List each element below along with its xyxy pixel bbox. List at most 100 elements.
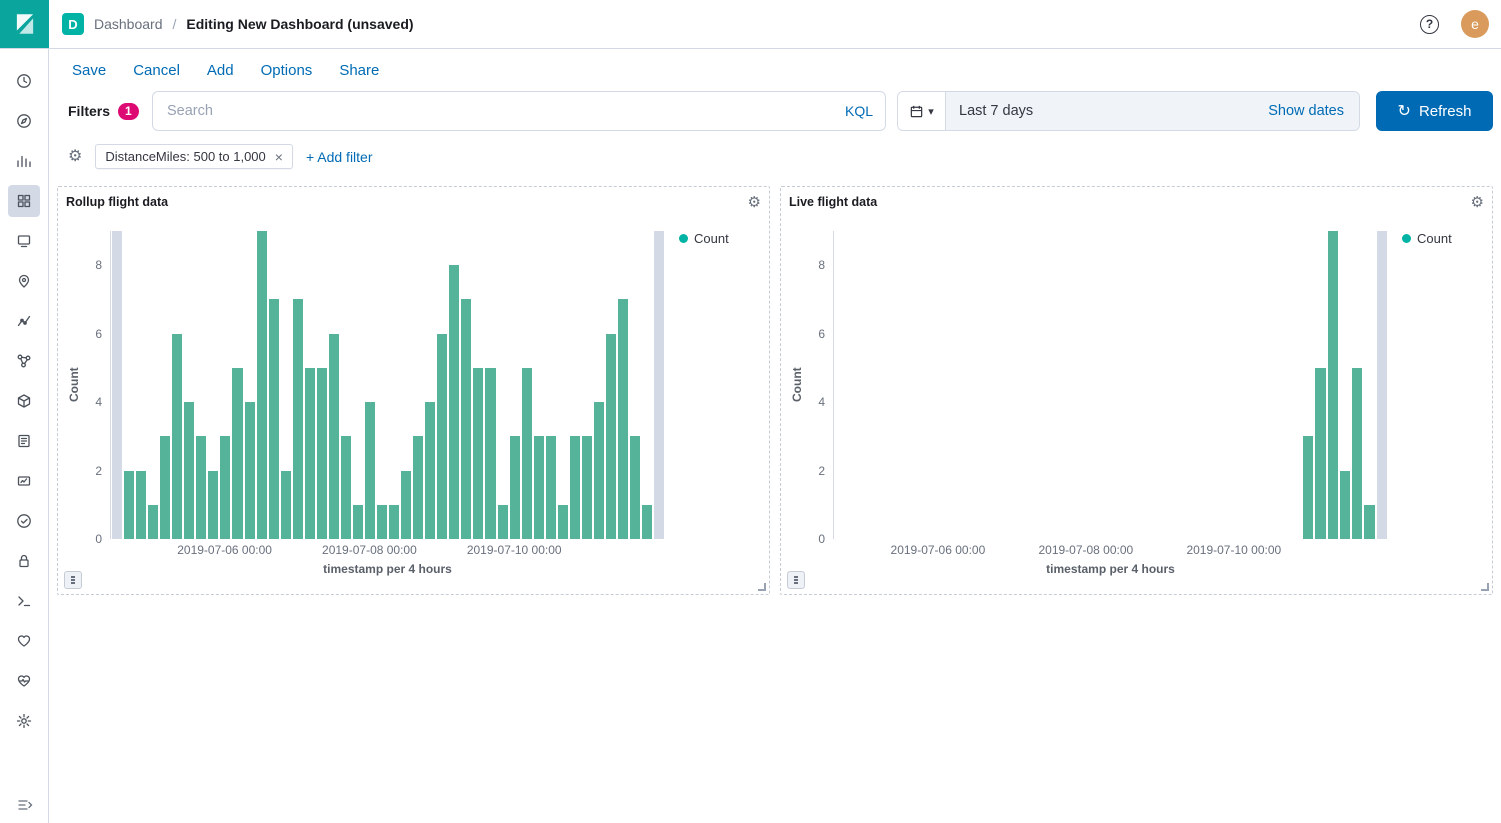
- filter-pill[interactable]: DistanceMiles: 500 to 1,000 ×: [95, 144, 293, 169]
- bar: [293, 299, 303, 539]
- search-input[interactable]: [165, 102, 845, 120]
- bar: [124, 471, 134, 539]
- bar: [413, 436, 423, 539]
- time-range-value[interactable]: Last 7 days: [946, 103, 1268, 119]
- options-button[interactable]: Options: [261, 62, 313, 79]
- calendar-quick-select-button[interactable]: ▾: [898, 92, 946, 130]
- add-filter-link[interactable]: + Add filter: [306, 149, 373, 165]
- panel-gear-icon[interactable]: ⚙: [1469, 191, 1486, 213]
- sidebar-item-monitoring[interactable]: [4, 621, 44, 661]
- legend-toggle-icon[interactable]: [787, 571, 805, 589]
- y-axis-ticks: 02468: [805, 231, 833, 539]
- heartbeat-icon: [8, 665, 40, 697]
- sidebar-item-uptime[interactable]: [4, 501, 44, 541]
- refresh-label: Refresh: [1419, 103, 1472, 120]
- panel-resize-handle[interactable]: [1481, 583, 1489, 591]
- plot-area: [110, 231, 665, 539]
- sidebar-nav: [0, 49, 49, 823]
- y-axis-ticks: 02468: [82, 231, 110, 539]
- bar: [401, 471, 411, 539]
- filters-button[interactable]: Filters 1: [68, 91, 152, 131]
- bar: [461, 299, 471, 539]
- sidebar-item-dev-tools[interactable]: [4, 581, 44, 621]
- sidebar-item-graph[interactable]: [4, 341, 44, 381]
- breadcrumb-dashboard-link[interactable]: Dashboard: [94, 16, 163, 32]
- sidebar-item-maps[interactable]: [4, 261, 44, 301]
- legend-dot: [679, 234, 688, 243]
- bar: [220, 436, 230, 539]
- help-icon[interactable]: ?: [1420, 15, 1439, 34]
- bar: [642, 505, 652, 539]
- bar: [485, 368, 495, 539]
- sidebar-item-siem[interactable]: [4, 541, 44, 581]
- panel-rollup-flight-data[interactable]: Rollup flight data ⚙ Count 02468 Count 2…: [57, 186, 770, 595]
- share-button[interactable]: Share: [339, 62, 379, 79]
- kibana-logo[interactable]: [0, 0, 49, 48]
- add-button[interactable]: Add: [207, 62, 234, 79]
- filter-pill-label: DistanceMiles: 500 to 1,000: [105, 149, 265, 164]
- bar: [317, 368, 327, 539]
- bar: [305, 368, 315, 539]
- dashboard-app-badge: D: [62, 13, 84, 35]
- sidebar-item-logs[interactable]: [4, 421, 44, 461]
- dashboard-edit-toolbar: Save Cancel Add Options Share: [49, 49, 1501, 91]
- panel-title: Rollup flight data: [66, 195, 168, 209]
- save-button[interactable]: Save: [72, 62, 106, 79]
- panel-gear-icon[interactable]: ⚙: [746, 191, 763, 213]
- sidebar-item-management[interactable]: [4, 701, 44, 741]
- management-gear-icon: [8, 705, 40, 737]
- sidebar-item-canvas[interactable]: [4, 221, 44, 261]
- sidebar-item-dashboard[interactable]: [4, 181, 44, 221]
- bar: [208, 471, 218, 539]
- sidebar-collapse-icon[interactable]: [0, 797, 49, 813]
- bar: [558, 505, 568, 539]
- bar: [594, 402, 604, 539]
- sidebar-item-recently-viewed[interactable]: [4, 61, 44, 101]
- bar: [389, 505, 399, 539]
- bar: [245, 402, 255, 539]
- sidebar-item-apm[interactable]: [4, 461, 44, 501]
- legend-toggle-icon[interactable]: [64, 571, 82, 589]
- header-right: ? e: [1420, 10, 1501, 38]
- bar: [1328, 231, 1338, 539]
- bar: [437, 334, 447, 539]
- x-axis-ticks: 2019-07-06 00:002019-07-08 00:002019-07-…: [110, 543, 665, 557]
- search-box: KQL: [152, 91, 886, 131]
- sidebar-item-discover[interactable]: [4, 101, 44, 141]
- chart-legend[interactable]: Count: [1388, 231, 1484, 246]
- bar: [1364, 505, 1374, 539]
- chart-legend[interactable]: Count: [665, 231, 761, 246]
- legend-label: Count: [694, 231, 729, 246]
- y-axis-title: Count: [66, 231, 82, 539]
- sidebar-item-machine-learning[interactable]: [4, 301, 44, 341]
- panel-live-flight-data[interactable]: Live flight data ⚙ Count 02468 Count 201…: [780, 186, 1493, 595]
- filter-pill-row: ⚙ DistanceMiles: 500 to 1,000 × + Add fi…: [68, 144, 1501, 169]
- sidebar-item-metrics[interactable]: [4, 381, 44, 421]
- query-bar: Filters 1 KQL ▾ Last 7 days Show dates ↻: [68, 91, 1493, 131]
- bar: [196, 436, 206, 539]
- panel-resize-handle[interactable]: [758, 583, 766, 591]
- filter-pill-close-icon[interactable]: ×: [275, 150, 283, 164]
- bar: [618, 299, 628, 539]
- sidebar-item-heartbeat[interactable]: [4, 661, 44, 701]
- bar-series: [834, 231, 1388, 539]
- live-bar-chart: Count 02468 Count: [789, 231, 1484, 539]
- metrics-icon: [8, 385, 40, 417]
- user-avatar[interactable]: e: [1461, 10, 1489, 38]
- sidebar-item-visualize[interactable]: [4, 141, 44, 181]
- show-dates-button[interactable]: Show dates: [1268, 103, 1359, 119]
- bar: [172, 334, 182, 539]
- bar-series: [111, 231, 665, 539]
- bar: [522, 368, 532, 539]
- plot-area: [833, 231, 1388, 539]
- x-axis-title: timestamp per 4 hours: [110, 562, 665, 576]
- bar: [160, 436, 170, 539]
- bar: [353, 505, 363, 539]
- refresh-button[interactable]: ↻ Refresh: [1376, 91, 1493, 131]
- filter-options-gear-icon[interactable]: ⚙: [68, 149, 82, 165]
- bar: [582, 436, 592, 539]
- cancel-button[interactable]: Cancel: [133, 62, 180, 79]
- kql-toggle[interactable]: KQL: [845, 103, 873, 119]
- calendar-icon: [909, 104, 924, 119]
- kibana-app: D Dashboard / Editing New Dashboard (uns…: [0, 0, 1501, 823]
